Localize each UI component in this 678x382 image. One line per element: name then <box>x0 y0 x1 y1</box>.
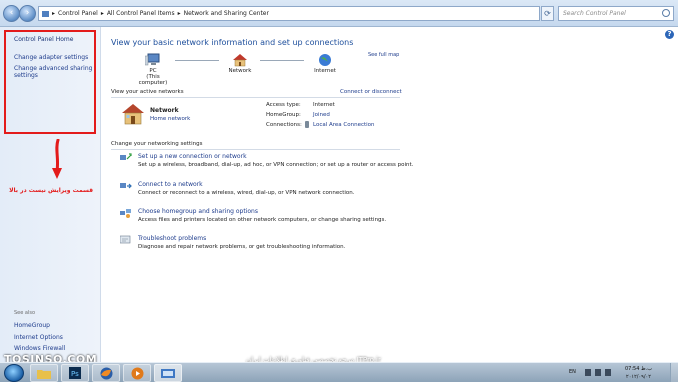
network-tray-icon[interactable] <box>595 369 601 376</box>
node-internet[interactable]: Internet <box>306 53 344 74</box>
breadcrumb-control-panel[interactable]: Control Panel <box>58 10 98 17</box>
change-advanced-sharing-link[interactable]: Change advanced sharing settings <box>14 65 94 79</box>
chevron-right-icon: ▸ <box>100 10 104 17</box>
clock-date: ۲۰۱۲/۰۹/۰۲ <box>626 374 651 380</box>
connection-line <box>175 60 219 61</box>
connect-disconnect-link[interactable]: Connect or disconnect <box>340 89 402 95</box>
globe-icon <box>319 54 331 66</box>
house-icon <box>233 54 247 67</box>
change-settings-label: Change your networking settings <box>111 141 203 147</box>
node-network[interactable]: Network <box>222 53 258 74</box>
chevron-right-icon: ▸ <box>177 10 181 17</box>
divider <box>111 149 400 150</box>
access-type-label: Access type: <box>266 102 301 108</box>
search-input[interactable]: Search Control Panel <box>558 6 674 21</box>
start-button[interactable] <box>4 364 24 382</box>
computer-icon <box>145 53 160 66</box>
access-type-value: Internet <box>313 102 335 108</box>
node-pc: PC (This computer) <box>133 53 173 86</box>
see-also-label: See also <box>14 310 36 316</box>
breadcrumb[interactable]: ▸ Control Panel ▸ All Control Panel Item… <box>38 6 540 21</box>
troubleshoot-link[interactable]: Troubleshoot problems <box>138 235 206 242</box>
annotation-text: قسمت ویرایش نیست در بالا <box>9 187 93 194</box>
clock-time: 07:54 ب.ظ <box>625 366 652 372</box>
highlight-box <box>4 30 96 134</box>
taskbar-media-player[interactable] <box>123 364 151 382</box>
page-title: View your basic network information and … <box>111 38 354 47</box>
left-pane: Control Panel Home Change adapter settin… <box>0 27 101 362</box>
task-description: Set up a wireless, broadband, dial-up, a… <box>138 162 414 168</box>
breadcrumb-network-center[interactable]: Network and Sharing Center <box>184 10 269 17</box>
windows-firewall-link[interactable]: Windows Firewall <box>14 345 65 352</box>
setup-connection-link[interactable]: Set up a new connection or network <box>138 153 247 160</box>
folder-icon <box>37 369 51 379</box>
taskbar-explorer[interactable] <box>30 364 58 382</box>
network-center-icon <box>161 368 175 378</box>
network-node-label: Network <box>228 68 252 74</box>
home-network-link[interactable]: Home network <box>150 116 190 122</box>
see-full-map-link[interactable]: See full map <box>368 52 399 58</box>
task-description: Diagnose and repair network problems, or… <box>138 244 346 250</box>
photoshop-icon: Ps <box>69 367 81 379</box>
show-desktop-button[interactable] <box>670 363 678 382</box>
task-description: Connect or reconnect to a wireless, wire… <box>138 190 355 196</box>
network-name: Network <box>150 107 179 114</box>
forward-button[interactable]: › <box>19 5 36 22</box>
new-connection-icon <box>120 153 132 160</box>
flag-icon[interactable] <box>585 369 591 376</box>
taskbar-control-panel[interactable] <box>154 364 182 382</box>
taskbar-photoshop[interactable]: Ps <box>61 364 89 382</box>
language-indicator[interactable]: EN <box>569 369 576 375</box>
back-button[interactable]: ‹ <box>3 5 20 22</box>
clock[interactable]: 07:54 ب.ظ ۲۰۱۲/۰۹/۰۲ <box>625 365 652 381</box>
pc-subtitle: (This computer) <box>138 74 168 86</box>
svg-text:Ps: Ps <box>71 370 79 378</box>
address-bar: ‹ › ▸ Control Panel ▸ All Control Panel … <box>0 0 678 27</box>
internet-node-label: Internet <box>314 68 336 74</box>
ethernet-icon <box>305 121 309 128</box>
task-description: Access files and printers located on oth… <box>138 217 387 223</box>
help-icon[interactable]: ? <box>665 30 674 39</box>
change-adapter-settings-link[interactable]: Change adapter settings <box>14 54 88 61</box>
homegroup-joined-link[interactable]: Joined <box>313 112 330 118</box>
internet-options-link[interactable]: Internet Options <box>14 334 63 341</box>
divider <box>111 97 400 98</box>
troubleshoot-icon <box>120 235 131 244</box>
local-area-connection-link[interactable]: Local Area Connection <box>313 122 375 128</box>
connect-network-icon <box>120 183 132 189</box>
control-panel-home-link[interactable]: Control Panel Home <box>14 36 73 43</box>
connection-line <box>260 60 304 61</box>
control-panel-icon <box>42 10 49 17</box>
firefox-icon <box>100 367 112 379</box>
search-placeholder: Search Control Panel <box>563 10 626 17</box>
homegroup-label: HomeGroup: <box>266 112 301 118</box>
active-networks-label: View your active networks <box>111 89 184 95</box>
homegroup-icon <box>120 209 131 218</box>
breadcrumb-all-items[interactable]: All Control Panel Items <box>107 10 175 17</box>
taskbar: Ps EN 07:54 ب.ظ ۲۰۱۲/۰۹/۰۲ <box>0 362 678 382</box>
home-network-icon <box>122 104 144 125</box>
homegroup-link[interactable]: HomeGroup <box>14 322 50 329</box>
search-icon[interactable] <box>662 9 670 17</box>
homegroup-sharing-link[interactable]: Choose homegroup and sharing options <box>138 208 258 215</box>
arrow-down-icon <box>52 139 62 179</box>
connections-label: Connections: <box>266 122 302 128</box>
media-player-icon <box>131 367 143 379</box>
system-tray[interactable] <box>585 369 611 376</box>
refresh-button[interactable]: ⟳ <box>541 6 554 21</box>
connect-to-network-link[interactable]: Connect to a network <box>138 181 203 188</box>
taskbar-firefox[interactable] <box>92 364 120 382</box>
volume-icon[interactable] <box>605 369 611 376</box>
chevron-right-icon: ▸ <box>52 10 56 17</box>
